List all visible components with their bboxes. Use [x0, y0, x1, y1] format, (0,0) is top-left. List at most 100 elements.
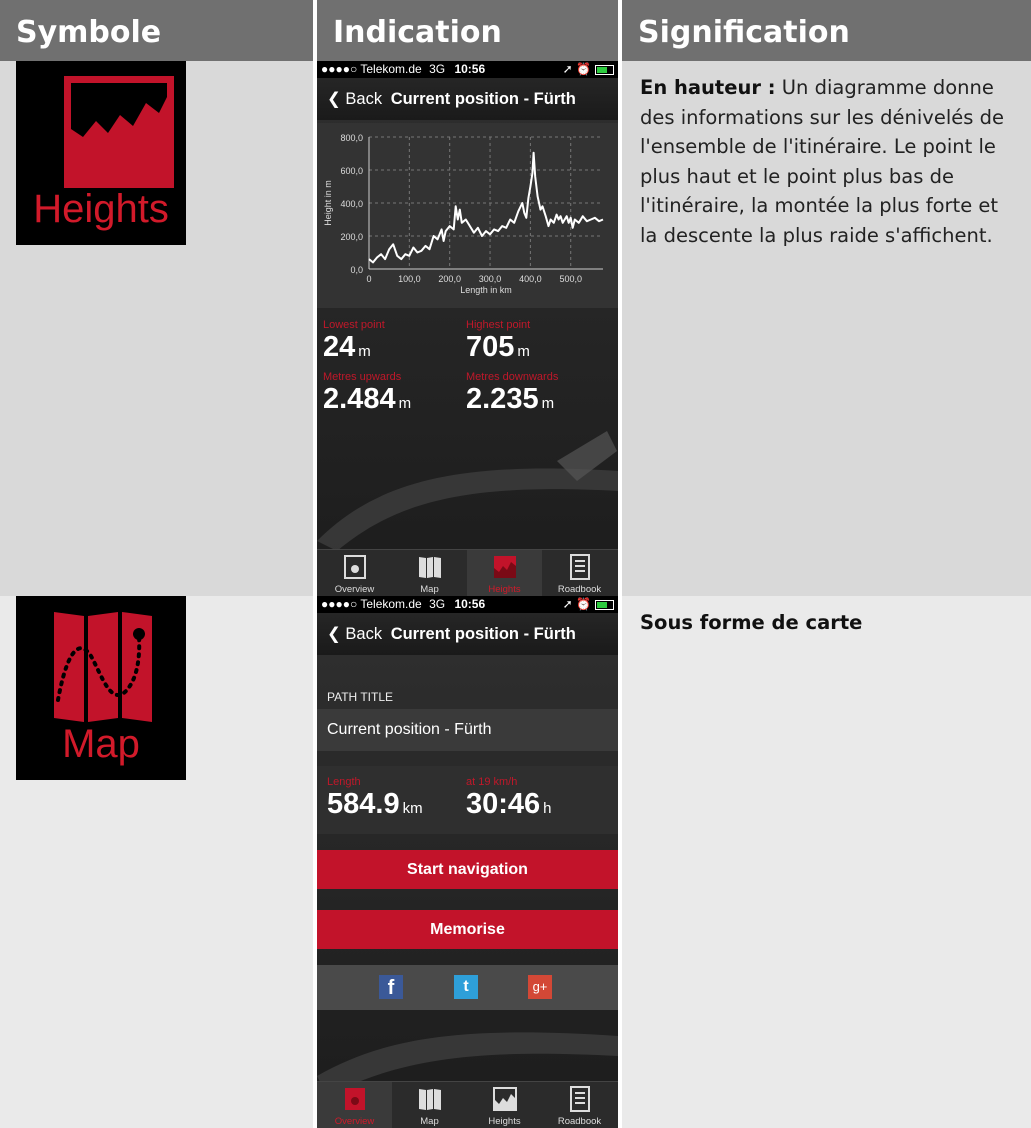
overview-icon	[343, 555, 366, 579]
status-right: ➚ ⏰	[563, 61, 614, 78]
lowest-point-label: Lowest point	[323, 319, 385, 331]
status-time: 10:56	[454, 62, 486, 76]
tab-bar: Overview Map Heights Roadbook	[317, 549, 618, 596]
status-network: 3G	[429, 597, 446, 611]
header-symbole: Symbole	[0, 0, 313, 61]
nav-title: Current position - Fürth	[390, 625, 576, 643]
nav-title: Current position - Fürth	[390, 90, 576, 108]
tab-roadbook-label: Roadbook	[557, 584, 602, 595]
y-tick-label: 0,0	[350, 265, 363, 275]
row1-description-cell: En hauteur : Un diagramme donne des info…	[622, 61, 1031, 596]
time-value: 30:46	[466, 788, 541, 820]
start-navigation-button[interactable]: Start navigation	[317, 850, 618, 889]
back-button[interactable]: ❮ Back	[327, 625, 382, 643]
google-plus-icon[interactable]: g+	[528, 975, 552, 999]
status-network: 3G	[429, 62, 446, 76]
roadbook-icon	[569, 1086, 590, 1112]
heights-icon: Heights	[16, 61, 186, 245]
tab-heights[interactable]: Heights	[467, 1082, 542, 1128]
map-icon: Map	[16, 596, 186, 780]
social-bar: f t g+	[317, 965, 618, 1010]
time-block: at 19 km/h 30:46 h	[466, 776, 552, 821]
map-icon-label: Map	[62, 722, 140, 766]
x-tick-label: 500,0	[559, 274, 582, 284]
header-indication: Indication	[317, 0, 618, 61]
document-page: Symbole Indication Signification En haut…	[0, 0, 1031, 1128]
status-right: ➚ ⏰	[563, 596, 614, 613]
y-tick-label: 600,0	[340, 166, 363, 176]
x-tick-label: 400,0	[519, 274, 542, 284]
y-tick-label: 400,0	[340, 199, 363, 209]
nav-bar: ❮ Back Current position - Fürth	[317, 613, 618, 655]
metres-upwards-label: Metres upwards	[323, 371, 402, 383]
lowest-point-unit: m	[358, 343, 371, 360]
tab-map[interactable]: Map	[392, 550, 467, 596]
path-title-field[interactable]: Current position - Fürth	[317, 709, 618, 751]
heights-tab-icon	[492, 1087, 517, 1111]
metres-downwards-label: Metres downwards	[466, 371, 559, 383]
tab-overview-label: Overview	[334, 584, 375, 595]
y-tick-label: 800,0	[340, 133, 363, 143]
column-divider	[618, 0, 622, 1128]
status-icons: ➚ ⏰	[562, 62, 591, 76]
heights-icon-label: Heights	[33, 187, 169, 231]
length-block: Length 584.9 km	[327, 776, 423, 821]
heights-tab-icon	[493, 556, 516, 578]
tab-roadbook[interactable]: Roadbook	[542, 1082, 617, 1128]
nav-bar: ❮ Back Current position - Fürth	[317, 78, 618, 120]
speed-label: at 19 km/h	[466, 776, 518, 788]
tab-heights[interactable]: Heights	[467, 550, 542, 596]
x-tick-label: 100,0	[398, 274, 421, 284]
heights-screen: ●●●●○ Telekom.de 3G 10:56 ➚ ⏰ ❮ Back Cur…	[317, 61, 618, 596]
x-tick-label: 200,0	[438, 274, 461, 284]
tab-overview[interactable]: Overview	[317, 1082, 392, 1128]
tab-map-label: Map	[420, 584, 439, 595]
tab-bar: Overview Map Heights Roadbook	[317, 1081, 618, 1128]
twitter-icon[interactable]: t	[454, 975, 478, 999]
status-carrier: ●●●●○ Telekom.de	[321, 597, 422, 611]
background-road-graphic	[317, 431, 618, 551]
length-value: 584.9	[327, 788, 400, 820]
column-divider	[313, 0, 317, 1128]
overview-icon	[344, 1088, 365, 1110]
status-bar: ●●●●○ Telekom.de 3G 10:56 ➚ ⏰	[317, 61, 618, 78]
row2-description-cell: Sous forme de carte	[622, 596, 1031, 1128]
tab-overview[interactable]: Overview	[317, 550, 392, 596]
facebook-icon[interactable]: f	[379, 975, 403, 999]
highest-point-label: Highest point	[466, 319, 531, 331]
map-screen: ●●●●○ Telekom.de 3G 10:56 ➚ ⏰ ❮ Back Cur…	[317, 596, 618, 1128]
back-button[interactable]: ❮ Back	[327, 90, 382, 108]
time-unit: h	[543, 800, 552, 817]
y-tick-label: 200,0	[340, 232, 363, 242]
map-tab-icon	[418, 1089, 441, 1110]
tab-map[interactable]: Map	[392, 1082, 467, 1128]
length-unit: km	[402, 800, 423, 817]
lowest-point-value: 24	[323, 331, 356, 363]
x-tick-label: 300,0	[479, 274, 502, 284]
tab-roadbook[interactable]: Roadbook	[542, 550, 617, 596]
heights-chart: 0,0 200,0 400,0 600,0 800,0 0 100,0 200,0 300,0 4…	[317, 123, 618, 308]
status-carrier: ●●●●○ Telekom.de	[321, 62, 422, 76]
lowest-point: Lowest point 24 m	[323, 319, 385, 364]
highest-point-value: 705	[466, 331, 515, 363]
highest-point: Highest point 705 m	[466, 319, 530, 364]
tab-heights-label: Heights	[488, 1116, 521, 1127]
roadbook-icon	[569, 554, 590, 580]
memorise-button[interactable]: Memorise	[317, 910, 618, 949]
tab-heights-label: Heights	[488, 584, 521, 595]
x-axis-label: Length in km	[460, 285, 512, 295]
header-signification: Signification	[622, 0, 1031, 61]
battery-icon	[595, 64, 614, 75]
battery-icon	[595, 599, 614, 610]
tab-overview-label: Overview	[334, 1116, 375, 1127]
row1-description: En hauteur : Un diagramme donne des info…	[640, 76, 1004, 247]
status-icons: ➚ ⏰	[562, 597, 591, 611]
status-time: 10:56	[454, 597, 486, 611]
tab-map-label: Map	[420, 1116, 439, 1127]
map-tab-icon	[418, 557, 441, 578]
route-summary: Length 584.9 km at 19 km/h 30:46 h	[317, 766, 618, 834]
y-axis-label: Height in m	[323, 180, 333, 226]
row2-description: Sous forme de carte	[640, 611, 863, 634]
tab-roadbook-label: Roadbook	[557, 1116, 602, 1127]
x-tick-label: 0	[366, 274, 371, 284]
